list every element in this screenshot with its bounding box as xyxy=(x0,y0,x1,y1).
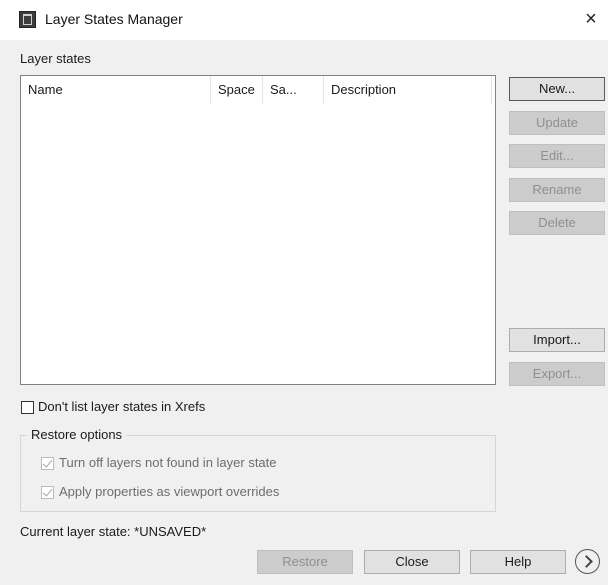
delete-button[interactable]: Delete xyxy=(509,211,605,235)
viewport-overrides-checkbox[interactable] xyxy=(41,486,54,499)
xrefs-checkbox[interactable] xyxy=(21,401,34,414)
update-button[interactable]: Update xyxy=(509,111,605,135)
more-options-icon[interactable] xyxy=(575,549,600,574)
export-button[interactable]: Export... xyxy=(509,362,605,386)
turn-off-layers-checkbox[interactable] xyxy=(41,457,54,470)
restore-options-title: Restore options xyxy=(27,427,127,442)
new-button[interactable]: New... xyxy=(509,77,605,101)
restore-options-group xyxy=(20,435,496,512)
column-header-saved[interactable]: Sa... xyxy=(263,76,324,104)
close-icon[interactable]: × xyxy=(578,6,604,32)
current-layer-state: Current layer state: *UNSAVED* xyxy=(20,524,207,539)
close-button[interactable]: Close xyxy=(364,550,460,574)
rename-button[interactable]: Rename xyxy=(509,178,605,202)
xrefs-checkbox-label: Don't list layer states in Xrefs xyxy=(38,399,206,414)
layer-states-manager-dialog: Layer States Manager × Layer states Name… xyxy=(0,0,608,585)
column-header-space[interactable]: Space xyxy=(211,76,263,104)
turn-off-layers-label: Turn off layers not found in layer state xyxy=(59,455,277,470)
layer-states-label: Layer states xyxy=(20,51,91,66)
window-title: Layer States Manager xyxy=(45,11,183,27)
layer-states-list[interactable]: Name Space Sa... Description xyxy=(20,75,496,385)
viewport-overrides-label: Apply properties as viewport overrides xyxy=(59,484,280,499)
import-button[interactable]: Import... xyxy=(509,328,605,352)
column-header-description[interactable]: Description xyxy=(324,76,492,104)
app-icon xyxy=(19,11,36,28)
title-bar: Layer States Manager × xyxy=(0,0,608,40)
edit-button[interactable]: Edit... xyxy=(509,144,605,168)
help-button[interactable]: Help xyxy=(470,550,566,574)
column-header-name[interactable]: Name xyxy=(21,76,211,104)
restore-button[interactable]: Restore xyxy=(257,550,353,574)
